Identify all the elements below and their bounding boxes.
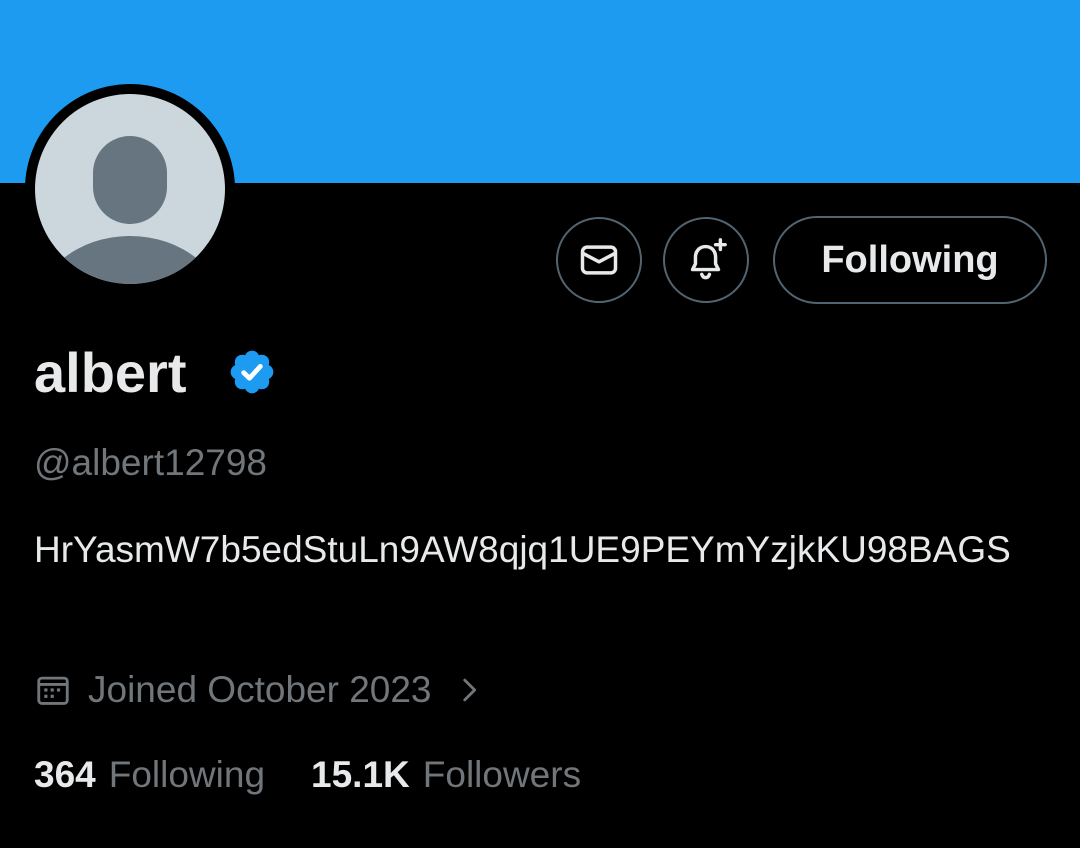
verified-badge-icon bbox=[230, 350, 274, 394]
joined-date: Joined October 2023 bbox=[88, 669, 432, 710]
display-name: albert bbox=[34, 341, 187, 404]
followers-count: 15.1K bbox=[311, 754, 410, 795]
followers-stat-label: Followers bbox=[422, 754, 582, 795]
followers-stat[interactable]: 15.1K Followers bbox=[311, 750, 581, 800]
following-button-label: Following bbox=[821, 238, 999, 281]
following-stat-label: Following bbox=[108, 754, 266, 795]
profile-bio: HrYasmW7b5edStuLn9AW8qjq1UE9PEYmYzjkKU98… bbox=[34, 529, 1011, 570]
notifications-button[interactable] bbox=[663, 217, 749, 303]
message-button[interactable] bbox=[556, 217, 642, 303]
envelope-icon bbox=[580, 245, 618, 275]
profile-handle: @albert12798 bbox=[34, 442, 268, 483]
bell-plus-icon bbox=[690, 238, 727, 280]
profile-stats: 364 Following 15.1K Followers bbox=[34, 750, 581, 800]
chevron-right-icon bbox=[462, 678, 476, 702]
following-stat[interactable]: 364 Following bbox=[34, 750, 265, 800]
calendar-icon bbox=[37, 676, 69, 705]
following-count: 364 bbox=[34, 754, 96, 795]
avatar-ring bbox=[25, 84, 235, 294]
following-button[interactable]: Following bbox=[773, 216, 1047, 304]
joined-date-row[interactable]: Joined October 2023 bbox=[34, 664, 486, 716]
avatar[interactable] bbox=[35, 94, 225, 284]
default-avatar-icon bbox=[42, 136, 218, 284]
